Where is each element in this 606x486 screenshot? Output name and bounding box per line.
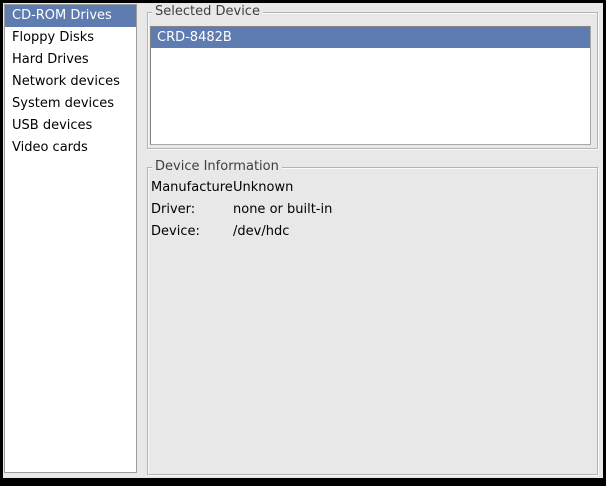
device-information-fields: Manufacturer: Unknown Driver: none or bu… [151, 177, 594, 243]
selected-device-list: CRD-8482B [150, 26, 591, 145]
manufacturer-value: Unknown [233, 177, 594, 199]
device-information-frame-title: Device Information [152, 159, 282, 175]
selected-device-frame-title: Selected Device [152, 4, 263, 20]
info-row-driver: Driver: none or built-in [151, 199, 594, 221]
category-item-network-devices[interactable]: Network devices [5, 71, 136, 93]
manufacturer-label: Manufacturer: [151, 177, 233, 199]
info-row-manufacturer: Manufacturer: Unknown [151, 177, 594, 199]
category-item-hard-drives[interactable]: Hard Drives [5, 49, 136, 71]
hardware-category-list: CD-ROM Drives Floppy Disks Hard Drives N… [4, 4, 137, 473]
device-label: Device: [151, 221, 233, 243]
device-item-crd-8482b[interactable]: CRD-8482B [151, 27, 590, 48]
category-item-cdrom-drives[interactable]: CD-ROM Drives [5, 5, 136, 27]
category-item-floppy-disks[interactable]: Floppy Disks [5, 27, 136, 49]
hardware-browser-window: CD-ROM Drives Floppy Disks Hard Drives N… [0, 0, 606, 486]
category-item-system-devices[interactable]: System devices [5, 93, 136, 115]
selected-device-frame: Selected Device CRD-8482B [147, 12, 598, 149]
category-item-video-cards[interactable]: Video cards [5, 137, 136, 159]
device-information-frame: Device Information Manufacturer: Unknown… [147, 167, 598, 475]
info-row-device: Device: /dev/hdc [151, 221, 594, 243]
driver-label: Driver: [151, 199, 233, 221]
category-item-usb-devices[interactable]: USB devices [5, 115, 136, 137]
device-value: /dev/hdc [233, 221, 594, 243]
driver-value: none or built-in [233, 199, 594, 221]
